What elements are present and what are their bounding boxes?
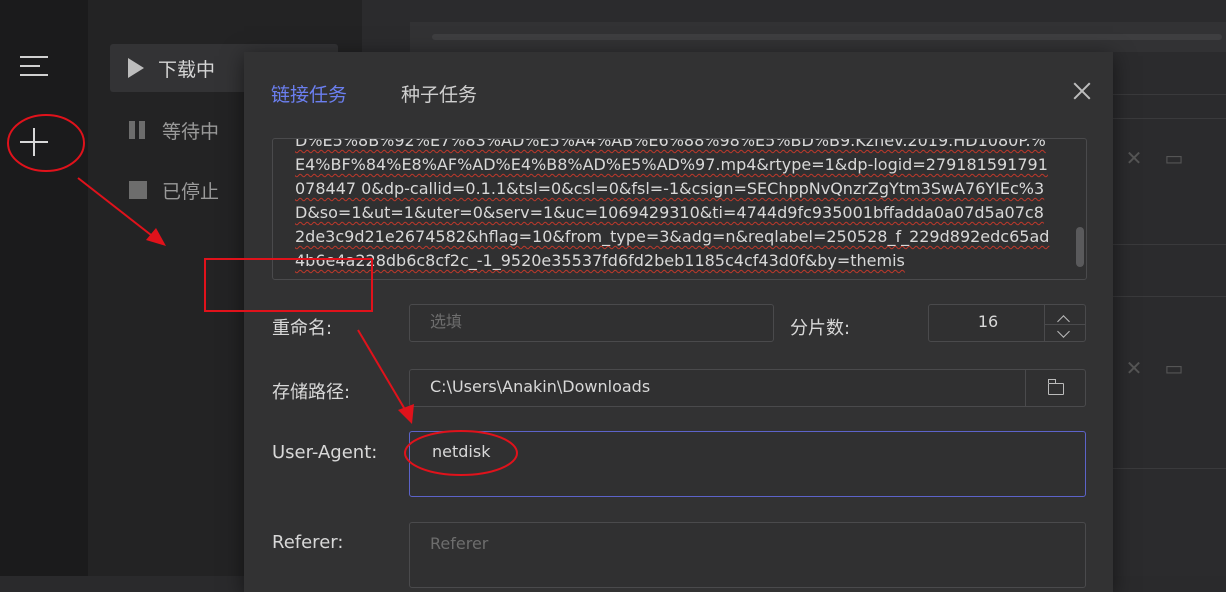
- browse-folder-button[interactable]: [1025, 370, 1085, 406]
- progress-bar: [410, 22, 1226, 52]
- sidebar-item-label: 已停止: [162, 180, 220, 203]
- task-row-actions: ✕ ▭: [1122, 356, 1186, 380]
- folder-icon[interactable]: ▭: [1162, 356, 1186, 380]
- menu-icon[interactable]: [20, 56, 48, 78]
- sidebar-item-label: 等待中: [162, 120, 220, 143]
- save-path-input[interactable]: C:\Users\Anakin\Downloads: [409, 369, 1086, 407]
- tab-link-task[interactable]: 链接任务: [271, 80, 347, 115]
- divider: [1112, 244, 1226, 245]
- url-textarea[interactable]: D%E5%8B%92%E7%83%AD%E5%A4%AB%E6%88%98%E5…: [272, 138, 1087, 280]
- task-row-actions: ✕ ▭: [1122, 146, 1186, 170]
- add-task-icon[interactable]: [18, 126, 50, 158]
- play-icon: [128, 58, 144, 78]
- divider: [1112, 468, 1226, 469]
- close-icon[interactable]: [1073, 82, 1091, 100]
- stop-icon: [128, 180, 148, 200]
- save-path-label: 存储路径:: [272, 382, 351, 403]
- user-agent-label: User-Agent:: [272, 442, 378, 463]
- divider: [1112, 94, 1226, 95]
- close-icon[interactable]: ✕: [1122, 356, 1146, 380]
- scrollbar-thumb[interactable]: [1076, 227, 1084, 267]
- rename-label: 重命名:: [272, 318, 333, 339]
- user-agent-input[interactable]: netdisk: [409, 431, 1086, 497]
- dialog-tabs: 链接任务 种子任务: [271, 80, 477, 115]
- folder-icon: [1047, 379, 1064, 395]
- close-icon[interactable]: ✕: [1122, 146, 1146, 170]
- rename-input[interactable]: 选填: [409, 304, 774, 342]
- referer-label: Referer:: [272, 532, 344, 553]
- tab-torrent-task[interactable]: 种子任务: [401, 80, 477, 115]
- new-task-dialog: 链接任务 种子任务 D%E5%8B%92%E7%83%AD%E5%A4%AB%E…: [244, 52, 1113, 592]
- divider: [1112, 296, 1226, 297]
- segments-value: 16: [977, 312, 999, 331]
- pause-icon: [128, 120, 148, 140]
- left-rail: [0, 0, 88, 576]
- stepper-arrows[interactable]: [1044, 305, 1085, 341]
- url-text: D%E5%8B%92%E7%83%AD%E5%A4%AB%E6%88%98%E5…: [295, 138, 1050, 270]
- divider: [1112, 118, 1226, 119]
- chevron-down-icon[interactable]: [1057, 325, 1070, 338]
- referer-input[interactable]: Referer: [409, 522, 1086, 588]
- segments-label: 分片数:: [790, 318, 851, 339]
- segments-stepper[interactable]: 16: [928, 304, 1086, 342]
- sidebar-item-label: 下载中: [158, 58, 216, 81]
- folder-icon[interactable]: ▭: [1162, 146, 1186, 170]
- save-path-value: C:\Users\Anakin\Downloads: [430, 377, 651, 396]
